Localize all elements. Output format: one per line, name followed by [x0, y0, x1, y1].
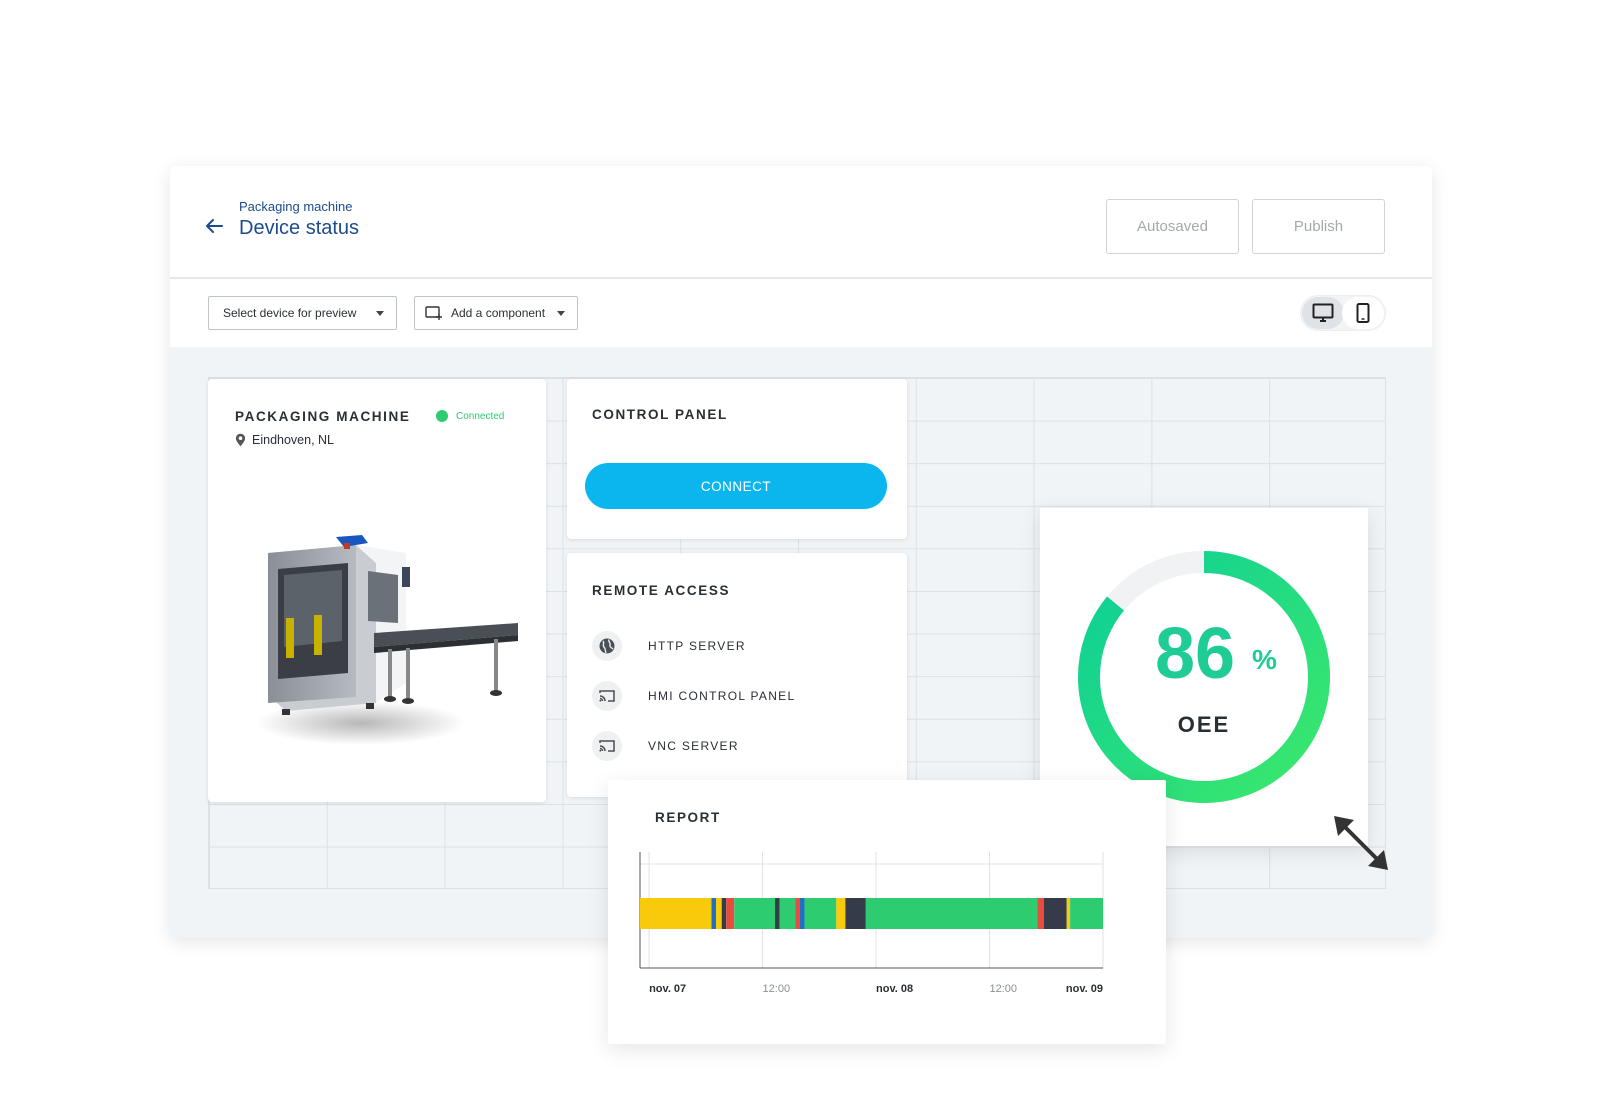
connection-status: Connected — [436, 410, 504, 422]
machine-card[interactable]: PACKAGING MACHINE Connected Eindhoven, N… — [208, 379, 546, 802]
location-label: Eindhoven, NL — [252, 433, 335, 447]
report-segment-bar — [734, 898, 776, 929]
report-segment-bar — [640, 898, 712, 929]
cast-icon — [592, 731, 622, 761]
report-segment-bar — [726, 898, 735, 929]
remote-item-hmi-control-panel[interactable]: HMI CONTROL PANEL — [592, 681, 795, 711]
report-segment-bar — [716, 898, 722, 929]
globe-icon — [592, 631, 622, 661]
report-segment-bar — [800, 898, 805, 929]
publish-button[interactable]: Publish — [1252, 199, 1385, 254]
desktop-icon — [1312, 303, 1334, 322]
control-panel-card[interactable]: CONTROL PANEL CONNECT — [567, 379, 907, 539]
device-preview-dropdown[interactable]: Select device for preview — [208, 296, 397, 330]
toolbar: Select device for preview Add a componen… — [170, 281, 1432, 347]
desktop-view-button[interactable] — [1302, 297, 1344, 329]
add-component-icon — [425, 306, 442, 320]
connect-button[interactable]: CONNECT — [585, 463, 887, 509]
location-pin-icon — [235, 433, 246, 447]
device-preview-label: Select device for preview — [223, 306, 357, 320]
report-segment-bar — [711, 898, 717, 929]
report-segment-bar — [836, 898, 846, 929]
mobile-view-button[interactable] — [1342, 297, 1384, 329]
breadcrumb[interactable]: Packaging machine — [239, 199, 352, 214]
page-title: Device status — [239, 217, 360, 239]
packaging-machine-image — [256, 535, 518, 745]
report-segment-bar — [795, 898, 801, 929]
add-component-label: Add a component — [451, 306, 546, 320]
resize-handle-icon[interactable] — [1332, 814, 1390, 872]
oee-value: 86 — [1155, 614, 1236, 694]
report-segment-bar — [721, 898, 727, 929]
report-tick-label: nov. 07 — [649, 983, 686, 995]
remote-item-vnc-server[interactable]: VNC SERVER — [592, 731, 739, 761]
caret-down-icon — [557, 311, 565, 316]
control-panel-title: CONTROL PANEL — [592, 407, 728, 422]
machine-card-title: PACKAGING MACHINE — [235, 409, 411, 424]
report-segment-bar — [865, 898, 1038, 929]
oee-label: OEE — [1177, 712, 1231, 737]
caret-down-icon — [376, 311, 384, 316]
cast-icon — [592, 681, 622, 711]
report-segment-bar — [845, 898, 866, 929]
report-widget[interactable]: REPORT nov. 07 12:00 nov. 08 12:00 nov. 09 — [608, 780, 1166, 1044]
report-timeline-chart: nov. 07 12:00 nov. 08 12:00 nov. 09 — [639, 852, 1104, 995]
report-segment-bar — [779, 898, 796, 929]
report-segment-bar — [1037, 898, 1044, 929]
status-dot-icon — [436, 410, 448, 422]
editor-header: Packaging machine Device status Autosave… — [170, 166, 1432, 279]
remote-item-label: VNC SERVER — [648, 739, 739, 753]
machine-location: Eindhoven, NL — [235, 433, 334, 447]
status-label: Connected — [456, 410, 505, 422]
report-segment-bar — [1043, 898, 1067, 929]
report-segment-bar — [775, 898, 780, 929]
remote-access-title: REMOTE ACCESS — [592, 583, 731, 598]
remote-access-card[interactable]: REMOTE ACCESS HTTP SERVER HMI CONTROL PA… — [567, 553, 907, 797]
remote-item-http-server[interactable]: HTTP SERVER — [592, 631, 746, 661]
remote-item-label: HTTP SERVER — [648, 639, 746, 653]
report-tick-label: 12:00 — [990, 983, 1018, 995]
report-tick-label: nov. 09 — [1066, 983, 1103, 995]
report-tick-label: 12:00 — [763, 983, 791, 995]
mobile-icon — [1356, 303, 1370, 323]
report-segment-bar — [1070, 898, 1103, 929]
report-tick-label: nov. 08 — [876, 983, 913, 995]
report-segment-bar — [804, 898, 837, 929]
app-stage: Packaging machine Device status Autosave… — [0, 0, 1600, 1112]
report-segment-bar — [1066, 898, 1071, 929]
remote-item-label: HMI CONTROL PANEL — [648, 689, 796, 703]
autosaved-button[interactable]: Autosaved — [1106, 199, 1239, 254]
view-mode-toggle — [1300, 295, 1386, 331]
add-component-dropdown[interactable]: Add a component — [414, 296, 578, 330]
back-arrow-icon[interactable] — [202, 214, 226, 238]
oee-unit: % — [1252, 644, 1277, 675]
